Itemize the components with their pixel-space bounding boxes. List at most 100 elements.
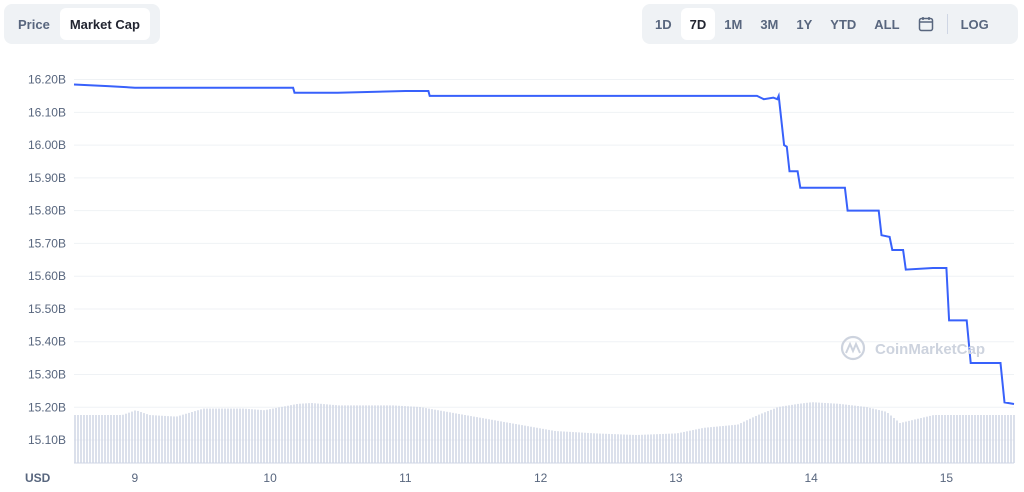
volume-bar	[524, 425, 526, 463]
volume-bar	[455, 413, 457, 463]
volume-bar	[320, 403, 322, 463]
volume-bar	[116, 415, 118, 463]
volume-bar	[221, 408, 223, 463]
volume-bar	[473, 416, 475, 463]
volume-bar	[536, 427, 538, 463]
volume-bar	[146, 414, 148, 463]
volume-bar	[194, 411, 196, 463]
volume-bar	[872, 408, 874, 463]
volume-bar	[281, 406, 283, 463]
volume-bar	[617, 434, 619, 463]
volume-bar	[626, 434, 628, 463]
volume-bar	[95, 415, 97, 463]
volume-bar	[305, 403, 307, 463]
volume-bar	[737, 424, 739, 463]
coinmarketcap-logo-icon	[840, 335, 866, 361]
volume-bar	[506, 422, 508, 463]
currency-label: USD	[25, 471, 51, 485]
volume-bar	[650, 434, 652, 463]
market-cap-line	[73, 83, 1015, 405]
volume-bar	[239, 408, 241, 463]
volume-bar	[1013, 415, 1015, 463]
volume-bar	[848, 404, 850, 463]
volume-bar	[233, 408, 235, 463]
volume-bar	[332, 404, 334, 463]
volume-bar	[932, 415, 934, 463]
y-tick-label: 15.30B	[28, 368, 66, 382]
x-tick-label: 11	[399, 471, 412, 485]
volume-bar	[947, 415, 949, 463]
volume-bar	[845, 404, 847, 463]
volume-bar	[806, 402, 808, 463]
volume-bar	[632, 434, 634, 463]
volume-bar	[467, 415, 469, 463]
volume-bar	[542, 428, 544, 463]
volume-bar	[74, 415, 76, 463]
volume-bar	[875, 409, 877, 463]
volume-bar	[956, 415, 958, 463]
volume-bar	[452, 412, 454, 463]
volume-bar	[299, 403, 301, 463]
y-tick-label: 15.80B	[28, 204, 66, 218]
volume-bar	[140, 412, 142, 463]
volume-bar	[290, 405, 292, 463]
volume-bar	[764, 412, 766, 463]
volume-bar	[386, 405, 388, 463]
volume-bar	[350, 405, 352, 463]
volume-bar	[755, 415, 757, 463]
volume-bar	[251, 409, 253, 463]
volume-bar	[143, 413, 145, 463]
volume-bar	[854, 405, 856, 463]
volume-bar	[530, 426, 532, 463]
volume-bar	[752, 417, 754, 463]
volume-bar	[335, 405, 337, 463]
volume-bar	[803, 403, 805, 463]
volume-bar	[464, 415, 466, 463]
volume-bar	[731, 425, 733, 463]
volume-bar	[890, 415, 892, 463]
volume-bar	[488, 419, 490, 463]
volume-bar	[611, 434, 613, 463]
volume-bar	[623, 434, 625, 463]
volume-bar	[284, 406, 286, 463]
y-tick-label: 15.50B	[28, 302, 66, 316]
volume-bar	[167, 416, 169, 463]
volume-bar	[983, 415, 985, 463]
volume-bar	[179, 415, 181, 463]
volume-bar	[347, 405, 349, 463]
volume-bar	[800, 403, 802, 463]
volume-bar	[812, 402, 814, 463]
volume-bar	[500, 421, 502, 463]
volume-bar	[557, 431, 559, 463]
volume-bar	[776, 407, 778, 463]
volume-bar	[740, 423, 742, 463]
volume-bar	[749, 418, 751, 463]
volume-bar	[728, 425, 730, 463]
volume-bar	[395, 405, 397, 463]
volume-bar	[443, 411, 445, 463]
volume-bar	[971, 415, 973, 463]
volume-bar	[950, 415, 952, 463]
volume-bar	[869, 407, 871, 463]
volume-bar	[785, 405, 787, 463]
volume-bar	[257, 409, 259, 463]
volume-bar	[314, 403, 316, 463]
volume-bar	[161, 415, 163, 463]
volume-bar	[371, 405, 373, 463]
volume-bar	[263, 410, 265, 463]
x-tick-label: 15	[940, 471, 954, 485]
volume-bar	[446, 411, 448, 463]
volume-bar	[515, 424, 517, 463]
volume-bar	[707, 427, 709, 463]
volume-bar	[383, 405, 385, 463]
volume-bar	[980, 415, 982, 463]
volume-bar	[215, 408, 217, 463]
volume-bar	[419, 407, 421, 463]
volume-bar	[818, 402, 820, 463]
volume-bar	[587, 432, 589, 463]
volume-bar	[476, 417, 478, 463]
volume-bar	[485, 418, 487, 463]
volume-bar	[359, 405, 361, 463]
volume-bar	[92, 415, 94, 463]
volume-bar	[392, 405, 394, 463]
